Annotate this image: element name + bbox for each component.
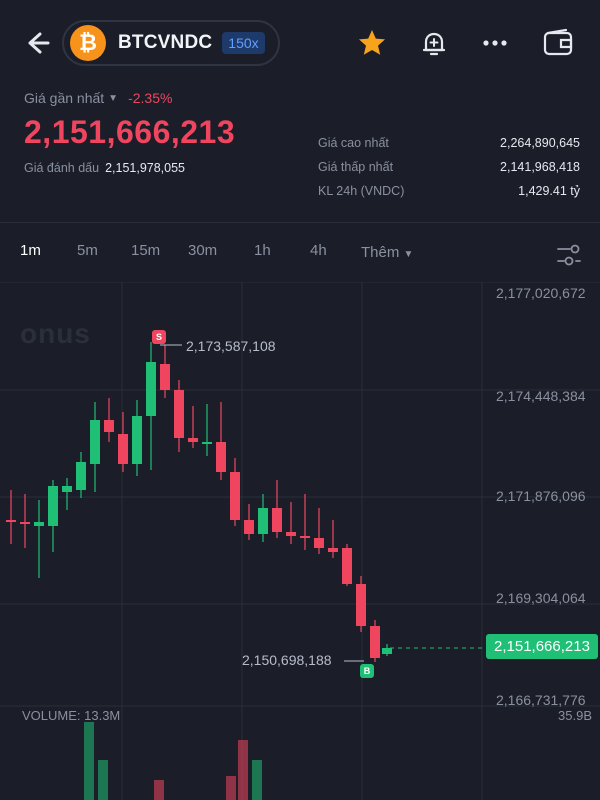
volume-bar bbox=[98, 760, 108, 800]
candle-body bbox=[216, 442, 226, 472]
candle-body bbox=[34, 522, 44, 526]
bell-plus-icon[interactable] bbox=[417, 26, 451, 60]
candle-body bbox=[328, 548, 338, 552]
candle-body bbox=[62, 486, 72, 492]
candle-body bbox=[356, 584, 366, 626]
more-label: Thêm bbox=[361, 244, 400, 261]
candle-body bbox=[174, 390, 184, 438]
stat-value: 2,264,890,645 bbox=[500, 136, 580, 150]
volume-bar bbox=[154, 780, 164, 800]
mark-price-row: Giá đánh dấu 2,151,978,055 bbox=[24, 161, 235, 175]
candle-body bbox=[382, 648, 392, 654]
change-percent: -2.35% bbox=[128, 90, 173, 106]
wallet-icon[interactable] bbox=[541, 26, 575, 60]
candle-body bbox=[230, 472, 240, 520]
star-icon[interactable] bbox=[355, 26, 389, 60]
onus-watermark: onus bbox=[20, 318, 91, 349]
price-block: Giá gần nhất ▼ -2.35% 2,151,666,213 Giá … bbox=[24, 90, 235, 175]
candle-body bbox=[48, 486, 58, 526]
mark-price-value: 2,151,978,055 bbox=[105, 161, 186, 175]
pair-selector[interactable]: ₿ BTCVNDC 150x bbox=[62, 20, 280, 66]
bitcoin-icon: ₿ bbox=[70, 25, 106, 61]
y-axis-label: 2,169,304,064 bbox=[496, 590, 586, 606]
candle-body bbox=[146, 362, 156, 416]
timeframe-15m[interactable]: 15m bbox=[131, 242, 160, 259]
candle-body bbox=[258, 508, 268, 534]
timeframe-4h[interactable]: 4h bbox=[310, 242, 327, 259]
price-type-label: Giá gần nhất bbox=[24, 90, 105, 106]
stat-label: Giá thấp nhất bbox=[318, 160, 394, 174]
sell-marker-badge: S bbox=[152, 330, 166, 344]
back-arrow-icon[interactable] bbox=[22, 28, 52, 58]
candle-body bbox=[314, 538, 324, 548]
buy-marker-badge: B bbox=[360, 664, 374, 678]
candle-body bbox=[272, 508, 282, 532]
candle-body bbox=[244, 520, 254, 534]
pair-name: BTCVNDC bbox=[118, 32, 213, 53]
y-axis-label: 2,174,448,384 bbox=[496, 388, 586, 404]
candle-body bbox=[342, 548, 352, 584]
more-options-icon[interactable] bbox=[478, 26, 512, 60]
divider bbox=[0, 222, 600, 223]
stat-label: KL 24h (VNDC) bbox=[318, 184, 405, 198]
candle-body bbox=[90, 420, 100, 464]
candle-body bbox=[118, 434, 128, 464]
high-price-marker: 2,173,587,108 bbox=[186, 338, 276, 354]
y-axis-label: 2,177,020,672 bbox=[496, 285, 586, 301]
stat-label: Giá cao nhất bbox=[318, 136, 389, 150]
candle-body bbox=[104, 420, 114, 432]
price-type-selector[interactable]: Giá gần nhất ▼ -2.35% bbox=[24, 90, 235, 106]
header: ₿ BTCVNDC 150x bbox=[0, 0, 600, 84]
last-price: 2,151,666,213 bbox=[24, 114, 236, 150]
stats-panel: Giá cao nhất 2,264,890,645 Giá thấp nhất 2… bbox=[318, 136, 580, 208]
candle-body bbox=[300, 536, 310, 538]
volume-bars bbox=[84, 722, 262, 800]
volume-bar bbox=[238, 740, 248, 800]
stat-row: Giá cao nhất 2,264,890,645 bbox=[318, 136, 580, 160]
low-price-marker: 2,150,698,188 bbox=[242, 652, 332, 668]
current-price-tag: 2,151,666,213 bbox=[486, 634, 598, 659]
candle-body bbox=[188, 438, 198, 442]
timeframe-1m[interactable]: 1m bbox=[20, 242, 41, 259]
more-timeframes-button[interactable]: Thêm ▼ bbox=[361, 244, 413, 261]
caret-down-icon: ▼ bbox=[108, 92, 119, 104]
candle-body bbox=[20, 522, 30, 524]
candle-body bbox=[6, 520, 16, 522]
candlestick-chart[interactable]: onus 2,177,020,672 2,174,448,384 2,171,8… bbox=[0, 282, 600, 800]
mark-price-label: Giá đánh dấu bbox=[24, 161, 100, 175]
stat-row: Giá thấp nhất 2,141,968,418 bbox=[318, 160, 580, 184]
volume-axis-label: 35.9B bbox=[558, 708, 592, 723]
y-axis-label: 2,166,731,776 bbox=[496, 692, 586, 708]
candle-body bbox=[76, 462, 86, 490]
chart-settings-icon[interactable] bbox=[556, 242, 582, 268]
timeframe-30m[interactable]: 30m bbox=[188, 242, 217, 259]
candle-body bbox=[286, 532, 296, 536]
timeframe-5m[interactable]: 5m bbox=[77, 242, 98, 259]
volume-label: VOLUME: 13.3M bbox=[22, 708, 121, 723]
stat-value: 1,429.41 tỷ bbox=[518, 184, 580, 198]
timeframe-1h[interactable]: 1h bbox=[254, 242, 271, 259]
candle-body bbox=[160, 364, 170, 390]
caret-down-icon: ▼ bbox=[403, 249, 414, 260]
candle-body bbox=[202, 442, 212, 444]
volume-bar bbox=[252, 760, 262, 800]
y-axis-label: 2,171,876,096 bbox=[496, 488, 586, 504]
volume-bar bbox=[84, 722, 94, 800]
candle-body bbox=[370, 626, 380, 658]
volume-bar bbox=[226, 776, 236, 800]
leverage-badge: 150x bbox=[222, 32, 265, 54]
stat-row: KL 24h (VNDC) 1,429.41 tỷ bbox=[318, 184, 580, 208]
candle-body bbox=[132, 416, 142, 464]
stat-value: 2,141,968,418 bbox=[500, 160, 580, 174]
timeframe-bar: 1m 5m 15m 30m 1h 4h Thêm ▼ bbox=[0, 236, 600, 270]
